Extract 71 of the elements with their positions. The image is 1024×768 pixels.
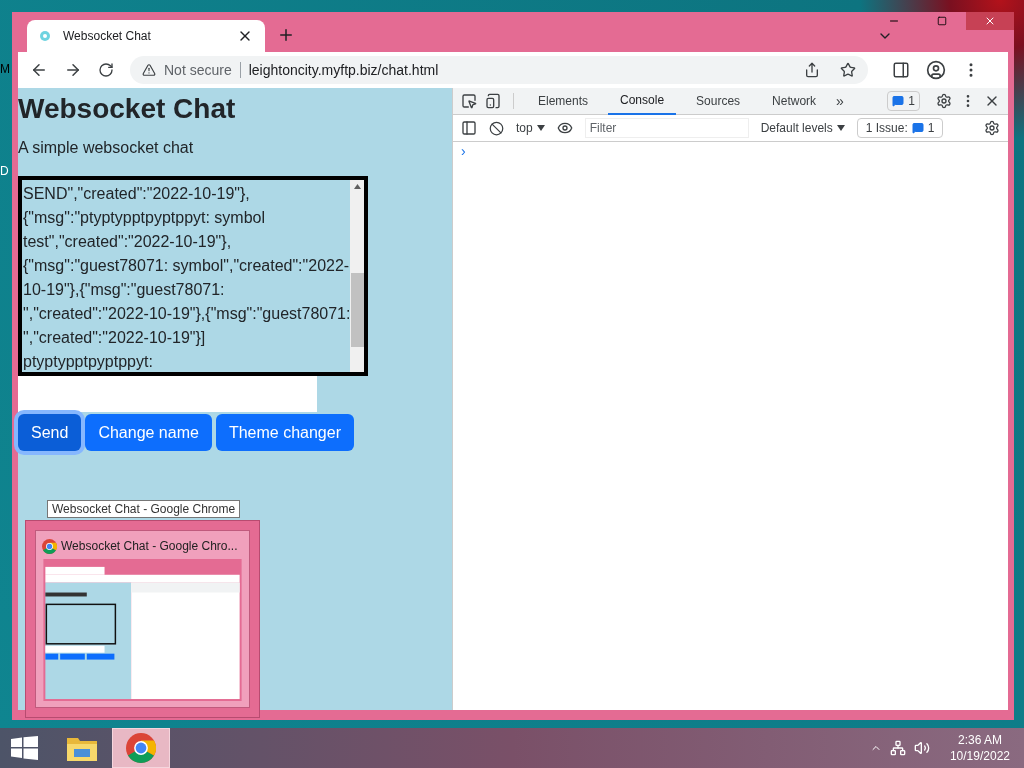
issues-label: 1 Issue: (865, 120, 908, 137)
page-heading: Websocket Chat (18, 92, 236, 126)
message-icon (911, 122, 924, 134)
tab-title: Websocket Chat (63, 28, 152, 45)
desktop-icon-label: D (0, 163, 9, 180)
volume-icon[interactable] (913, 740, 930, 756)
forward-icon[interactable] (64, 61, 82, 79)
messages-badge[interactable]: 1 (887, 91, 920, 111)
back-icon[interactable] (30, 61, 48, 79)
chrome-logo-icon (42, 538, 57, 554)
badge-count: 1 (908, 93, 915, 110)
clock-date: 10/19/2022 (949, 748, 1010, 764)
devtools-tab[interactable]: Sources (684, 87, 753, 115)
url-text: leightoncity.myftp.biz/chat.html (248, 60, 440, 80)
chat-log-line: ","created":"2022-10-19"}] (23, 328, 207, 348)
inspect-icon[interactable] (461, 93, 477, 109)
devtools-tab[interactable]: Elements (526, 87, 601, 115)
devtools-tab[interactable]: Console (608, 87, 677, 115)
reload-icon[interactable] (98, 62, 114, 78)
scrollbar[interactable] (350, 180, 364, 372)
filter-field[interactable]: Filter (584, 118, 749, 138)
browser-tab[interactable]: Websocket Chat (27, 20, 265, 52)
page-subtitle: A simple websocket chat (18, 138, 194, 158)
globe-icon (39, 30, 51, 42)
console-prompt: › (460, 142, 467, 160)
taskbar-app[interactable] (112, 728, 170, 768)
chat-log-line: SEND","created":"2022-10-19"}, (23, 184, 251, 204)
window-tooltip: Websocket Chat - Google Chrome (47, 500, 241, 518)
profile-icon[interactable] (926, 60, 946, 80)
message-icon (892, 95, 905, 107)
warning-icon (142, 63, 156, 77)
chat-log-line: {"msg":"guest78071: symbol","created":"2022- (23, 256, 351, 276)
side-panel-icon[interactable] (892, 61, 910, 79)
settings-icon[interactable] (936, 93, 952, 109)
clear-console-icon[interactable] (489, 120, 504, 136)
desktop-icon-label: M (0, 61, 10, 78)
security-label: Not secure (164, 60, 232, 80)
clock[interactable]: 2:36 AM 10/19/2022 (949, 732, 1010, 764)
bookmark-star-icon[interactable] (840, 62, 856, 78)
issues-button[interactable]: 1 Issue: 1 (856, 118, 944, 138)
devtools-tab[interactable]: Network (760, 87, 829, 115)
new-tab-icon[interactable] (277, 26, 295, 44)
settings-icon[interactable] (984, 120, 1000, 136)
chat-log-line: ","created":"2022-10-19"},{"msg":"guest78071: (23, 304, 351, 324)
issues-count: 1 (927, 120, 935, 137)
chat-log-line: 10-19"},{"msg":"guest78071: (23, 280, 226, 300)
dropdown-caret-icon (536, 125, 545, 131)
clock-time: 2:36 AM (957, 732, 1002, 748)
context-selector[interactable]: top (516, 119, 545, 137)
page-button[interactable]: Change name (85, 414, 212, 451)
sidebar-toggle-icon[interactable] (461, 120, 477, 136)
page-button[interactable]: Theme changer (215, 414, 354, 451)
device-toolbar-icon[interactable] (485, 93, 501, 109)
maximize-icon[interactable] (937, 16, 947, 26)
chat-log-line: {"msg":"ptyptypptpyptppyt: symbol (23, 208, 267, 228)
eye-icon[interactable] (556, 120, 573, 136)
chat-log-line: test","created":"2022-10-19"}, (23, 232, 233, 252)
scroll-up-arrow-icon[interactable] (353, 184, 361, 189)
message-input[interactable] (18, 376, 317, 412)
chrome-logo-icon (126, 733, 156, 763)
taskbar-preview[interactable]: Websocket Chat - Google Chro... (25, 520, 260, 718)
address-bar[interactable]: Not secure leightoncity.myftp.biz/chat.html (130, 56, 868, 84)
network-icon[interactable] (889, 740, 906, 756)
windows-start-icon[interactable] (11, 736, 38, 760)
chat-log-line: ptyptypptpyptppyt: (23, 352, 154, 372)
preview-title: Websocket Chat - Google Chro... (61, 538, 238, 555)
dropdown-caret-icon (836, 125, 845, 131)
more-tabs-button[interactable]: » (836, 90, 844, 112)
log-levels-dropdown[interactable]: Default levels (760, 119, 845, 137)
close-icon (984, 15, 996, 27)
share-icon[interactable] (804, 62, 820, 78)
